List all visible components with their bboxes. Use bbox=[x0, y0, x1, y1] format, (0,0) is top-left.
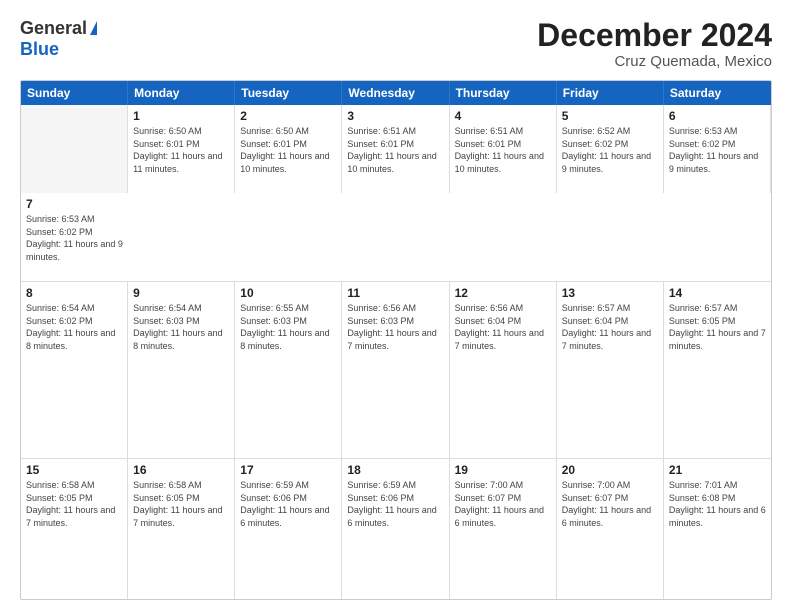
cal-cell-empty bbox=[21, 105, 128, 193]
day-info: Sunrise: 6:58 AMSunset: 6:05 PMDaylight:… bbox=[26, 479, 122, 529]
cal-cell-10: 10 Sunrise: 6:55 AMSunset: 6:03 PMDayligh… bbox=[235, 282, 342, 458]
cal-cell-17: 17 Sunrise: 6:59 AMSunset: 6:06 PMDayligh… bbox=[235, 459, 342, 600]
page: General Blue December 2024 Cruz Quemada,… bbox=[0, 0, 792, 612]
day-of-week-tuesday: Tuesday bbox=[235, 81, 342, 105]
day-number: 12 bbox=[455, 286, 551, 300]
calendar-subtitle: Cruz Quemada, Mexico bbox=[537, 53, 772, 70]
day-number: 17 bbox=[240, 463, 336, 477]
day-info: Sunrise: 6:52 AMSunset: 6:02 PMDaylight:… bbox=[562, 125, 658, 175]
day-info: Sunrise: 6:51 AMSunset: 6:01 PMDaylight:… bbox=[455, 125, 551, 175]
calendar-header: SundayMondayTuesdayWednesdayThursdayFrid… bbox=[21, 81, 771, 105]
cal-cell-13: 13 Sunrise: 6:57 AMSunset: 6:04 PMDayligh… bbox=[557, 282, 664, 458]
day-info: Sunrise: 6:56 AMSunset: 6:03 PMDaylight:… bbox=[347, 302, 443, 352]
day-of-week-monday: Monday bbox=[128, 81, 235, 105]
logo-text-blue: Blue bbox=[20, 39, 59, 59]
cal-cell-8: 8 Sunrise: 6:54 AMSunset: 6:02 PMDaylight… bbox=[21, 282, 128, 458]
day-info: Sunrise: 7:01 AMSunset: 6:08 PMDaylight:… bbox=[669, 479, 766, 529]
day-number: 8 bbox=[26, 286, 122, 300]
day-info: Sunrise: 6:54 AMSunset: 6:02 PMDaylight:… bbox=[26, 302, 122, 352]
cal-cell-3: 3 Sunrise: 6:51 AMSunset: 6:01 PMDaylight… bbox=[342, 105, 449, 193]
day-info: Sunrise: 6:53 AMSunset: 6:02 PMDaylight:… bbox=[669, 125, 765, 175]
day-number: 5 bbox=[562, 109, 658, 123]
day-info: Sunrise: 7:00 AMSunset: 6:07 PMDaylight:… bbox=[455, 479, 551, 529]
day-number: 6 bbox=[669, 109, 765, 123]
logo: General Blue bbox=[20, 18, 97, 60]
day-info: Sunrise: 6:57 AMSunset: 6:05 PMDaylight:… bbox=[669, 302, 766, 352]
day-info: Sunrise: 6:56 AMSunset: 6:04 PMDaylight:… bbox=[455, 302, 551, 352]
day-number: 14 bbox=[669, 286, 766, 300]
day-info: Sunrise: 6:57 AMSunset: 6:04 PMDaylight:… bbox=[562, 302, 658, 352]
week-row-2: 15 Sunrise: 6:58 AMSunset: 6:05 PMDayligh… bbox=[21, 459, 771, 600]
header: General Blue December 2024 Cruz Quemada,… bbox=[20, 18, 772, 70]
cal-cell-6: 6 Sunrise: 6:53 AMSunset: 6:02 PMDaylight… bbox=[664, 105, 771, 193]
week-row-0: 1 Sunrise: 6:50 AMSunset: 6:01 PMDaylight… bbox=[21, 105, 771, 282]
cal-cell-12: 12 Sunrise: 6:56 AMSunset: 6:04 PMDayligh… bbox=[450, 282, 557, 458]
cal-cell-15: 15 Sunrise: 6:58 AMSunset: 6:05 PMDayligh… bbox=[21, 459, 128, 600]
day-of-week-sunday: Sunday bbox=[21, 81, 128, 105]
day-info: Sunrise: 6:54 AMSunset: 6:03 PMDaylight:… bbox=[133, 302, 229, 352]
cal-cell-16: 16 Sunrise: 6:58 AMSunset: 6:05 PMDayligh… bbox=[128, 459, 235, 600]
cal-cell-20: 20 Sunrise: 7:00 AMSunset: 6:07 PMDayligh… bbox=[557, 459, 664, 600]
day-info: Sunrise: 6:55 AMSunset: 6:03 PMDaylight:… bbox=[240, 302, 336, 352]
day-info: Sunrise: 6:59 AMSunset: 6:06 PMDaylight:… bbox=[347, 479, 443, 529]
cal-cell-14: 14 Sunrise: 6:57 AMSunset: 6:05 PMDayligh… bbox=[664, 282, 771, 458]
day-info: Sunrise: 6:50 AMSunset: 6:01 PMDaylight:… bbox=[133, 125, 229, 175]
day-number: 7 bbox=[26, 197, 123, 211]
day-number: 4 bbox=[455, 109, 551, 123]
cal-cell-5: 5 Sunrise: 6:52 AMSunset: 6:02 PMDaylight… bbox=[557, 105, 664, 193]
cal-cell-4: 4 Sunrise: 6:51 AMSunset: 6:01 PMDaylight… bbox=[450, 105, 557, 193]
day-info: Sunrise: 6:51 AMSunset: 6:01 PMDaylight:… bbox=[347, 125, 443, 175]
calendar-title: December 2024 bbox=[537, 18, 772, 53]
cal-cell-19: 19 Sunrise: 7:00 AMSunset: 6:07 PMDayligh… bbox=[450, 459, 557, 600]
day-number: 13 bbox=[562, 286, 658, 300]
day-number: 9 bbox=[133, 286, 229, 300]
day-info: Sunrise: 6:58 AMSunset: 6:05 PMDaylight:… bbox=[133, 479, 229, 529]
day-of-week-friday: Friday bbox=[557, 81, 664, 105]
day-number: 18 bbox=[347, 463, 443, 477]
title-block: December 2024 Cruz Quemada, Mexico bbox=[537, 18, 772, 70]
cal-cell-7: 7 Sunrise: 6:53 AMSunset: 6:02 PMDaylight… bbox=[21, 193, 128, 281]
day-number: 2 bbox=[240, 109, 336, 123]
cal-cell-21: 21 Sunrise: 7:01 AMSunset: 6:08 PMDayligh… bbox=[664, 459, 771, 600]
cal-cell-2: 2 Sunrise: 6:50 AMSunset: 6:01 PMDaylight… bbox=[235, 105, 342, 193]
day-number: 16 bbox=[133, 463, 229, 477]
day-number: 21 bbox=[669, 463, 766, 477]
cal-cell-18: 18 Sunrise: 6:59 AMSunset: 6:06 PMDayligh… bbox=[342, 459, 449, 600]
day-number: 1 bbox=[133, 109, 229, 123]
day-number: 19 bbox=[455, 463, 551, 477]
day-number: 10 bbox=[240, 286, 336, 300]
day-info: Sunrise: 6:59 AMSunset: 6:06 PMDaylight:… bbox=[240, 479, 336, 529]
logo-text-general: General bbox=[20, 18, 87, 39]
calendar-body: 1 Sunrise: 6:50 AMSunset: 6:01 PMDaylight… bbox=[21, 105, 771, 600]
calendar: SundayMondayTuesdayWednesdayThursdayFrid… bbox=[20, 80, 772, 600]
day-number: 15 bbox=[26, 463, 122, 477]
cal-cell-11: 11 Sunrise: 6:56 AMSunset: 6:03 PMDayligh… bbox=[342, 282, 449, 458]
day-of-week-thursday: Thursday bbox=[450, 81, 557, 105]
day-of-week-wednesday: Wednesday bbox=[342, 81, 449, 105]
day-info: Sunrise: 7:00 AMSunset: 6:07 PMDaylight:… bbox=[562, 479, 658, 529]
day-of-week-saturday: Saturday bbox=[664, 81, 771, 105]
day-number: 11 bbox=[347, 286, 443, 300]
logo-arrow-icon bbox=[90, 21, 97, 35]
day-info: Sunrise: 6:53 AMSunset: 6:02 PMDaylight:… bbox=[26, 213, 123, 263]
day-info: Sunrise: 6:50 AMSunset: 6:01 PMDaylight:… bbox=[240, 125, 336, 175]
cal-cell-9: 9 Sunrise: 6:54 AMSunset: 6:03 PMDaylight… bbox=[128, 282, 235, 458]
day-number: 3 bbox=[347, 109, 443, 123]
week-row-1: 8 Sunrise: 6:54 AMSunset: 6:02 PMDaylight… bbox=[21, 282, 771, 459]
day-number: 20 bbox=[562, 463, 658, 477]
cal-cell-1: 1 Sunrise: 6:50 AMSunset: 6:01 PMDaylight… bbox=[128, 105, 235, 193]
